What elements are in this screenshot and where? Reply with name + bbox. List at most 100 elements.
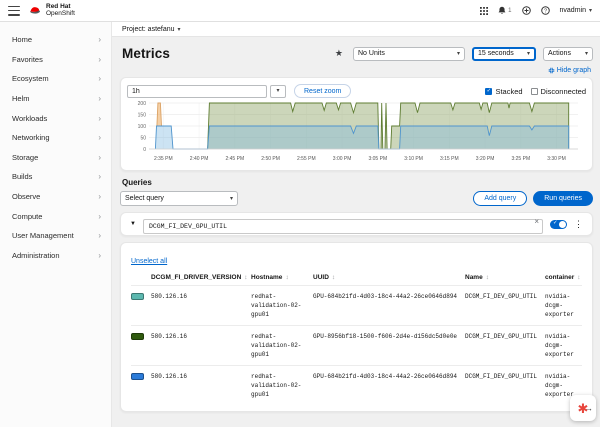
disconnected-checkbox[interactable]: Disconnected (531, 87, 586, 96)
svg-text:3:00 PM: 3:00 PM (333, 156, 352, 162)
user-menu[interactable]: nvadmin ▾ (560, 7, 592, 14)
sort-icon: ↕ (244, 274, 247, 281)
sidebar-item-label: Observe (12, 192, 40, 201)
query-results-card: Unselect all DCGM_FI_DRIVER_VERSION↕Host… (120, 242, 593, 412)
quick-create-plus-icon[interactable] (522, 6, 531, 15)
actions-label: Actions (548, 50, 571, 57)
brand-text: Red Hat OpenShift (46, 4, 75, 18)
chevron-right-icon: › (98, 212, 101, 221)
stacked-label: Stacked (495, 87, 522, 96)
clear-query-icon[interactable]: × (534, 217, 539, 226)
cell-hostname: redhat-validation-02-gpu01 (251, 292, 313, 319)
actions-menu-button[interactable]: Actions ▾ (543, 47, 593, 61)
query-enabled-toggle[interactable]: ✓ (550, 220, 567, 229)
notifications-bell-icon[interactable]: 1 (498, 6, 511, 15)
checkbox-checked-icon: ✓ (485, 88, 492, 95)
timespan-dropdown-button[interactable]: ▾ (270, 85, 286, 98)
sidebar-item-label: Storage (12, 153, 38, 162)
svg-text:3:05 PM: 3:05 PM (368, 156, 387, 162)
timespan-input[interactable] (127, 85, 267, 98)
units-select[interactable]: No Units ▾ (353, 47, 465, 61)
sidebar-item-workloads[interactable]: Workloads› (0, 108, 111, 128)
select-query-dropdown[interactable]: Select query ▾ (120, 191, 238, 206)
unselect-all-link[interactable]: Unselect all (131, 258, 167, 265)
column-header-name[interactable]: Name↕ (465, 274, 545, 281)
compress-icon (548, 67, 555, 74)
queries-section-label: Queries (122, 178, 600, 187)
table-row[interactable]: 580.126.16redhat-validation-02-gpu01GPU-… (131, 325, 582, 365)
series-color-swatch[interactable] (131, 293, 144, 300)
svg-text:3:10 PM: 3:10 PM (404, 156, 423, 162)
sidebar-item-administration[interactable]: Administration › (0, 246, 111, 266)
sidebar-item-user-management[interactable]: User Management › (0, 226, 111, 246)
sidebar-item-observe[interactable]: Observe › (0, 187, 111, 207)
cell-container: nvidia-dcgm-exporter (545, 332, 582, 359)
sidebar-item-ecosystem[interactable]: Ecosystem› (0, 69, 111, 89)
sidebar-item-label: Helm (12, 94, 30, 103)
query-expand-caret-icon[interactable]: ▼ (130, 221, 136, 227)
svg-text:2:35 PM: 2:35 PM (154, 156, 173, 162)
brand-logo[interactable]: Red Hat OpenShift (28, 4, 75, 18)
sidebar-item-storage[interactable]: Storage› (0, 148, 111, 168)
sidebar-item-label: Administration (12, 251, 60, 260)
help-icon[interactable]: ? (541, 6, 550, 15)
chevron-down-icon: ▾ (457, 50, 460, 57)
chevron-right-icon: › (98, 192, 101, 201)
svg-text:?: ? (544, 8, 547, 14)
svg-text:3:20 PM: 3:20 PM (476, 156, 495, 162)
app-launcher-icon[interactable] (480, 7, 488, 15)
sidebar-item-label: Builds (12, 172, 32, 181)
sidebar-item-home[interactable]: Home› (0, 30, 111, 50)
run-queries-button[interactable]: Run queries (533, 191, 593, 206)
chevron-right-icon: › (98, 251, 101, 260)
checkbox-unchecked-icon (531, 88, 538, 95)
cell-uuid: GPU-684b21fd-4d03-18c4-44a2-26ce0646d894 (313, 292, 465, 319)
sort-icon: ↕ (577, 274, 580, 281)
sidebar-item-label: User Management (12, 231, 74, 240)
hide-graph-link[interactable]: Hide graph (548, 67, 591, 74)
floating-widget-button[interactable]: ✱ → (570, 395, 596, 421)
sidebar-item-favorites[interactable]: Favorites › (0, 50, 111, 70)
column-header-uuid[interactable]: UUID↕ (313, 274, 465, 281)
series-color-swatch[interactable] (131, 373, 144, 380)
sidebar-item-compute[interactable]: Compute › (0, 206, 111, 226)
sidebar-item-label: Favorites (12, 55, 43, 64)
sidebar-item-networking[interactable]: Networking› (0, 128, 111, 148)
svg-text:2:55 PM: 2:55 PM (297, 156, 316, 162)
query-expression-input[interactable] (143, 219, 543, 234)
username: nvadmin (560, 7, 586, 14)
nav-toggle-icon[interactable] (8, 6, 20, 16)
chevron-right-icon: › (98, 231, 101, 240)
refresh-interval-select[interactable]: 15 seconds ▾ (472, 47, 536, 61)
project-selector[interactable]: Project: astefanu ▾ (112, 22, 600, 37)
column-header-label: Hostname (251, 274, 282, 281)
sidebar-item-builds[interactable]: Builds› (0, 167, 111, 187)
column-header-hostname[interactable]: Hostname↕ (251, 274, 313, 281)
stacked-checkbox[interactable]: ✓ Stacked (485, 87, 522, 96)
table-row[interactable]: 580.126.16redhat-validation-02-gpu01GPU-… (131, 365, 582, 405)
metrics-area-chart[interactable]: 0501001502002:35 PM2:40 PM2:45 PM2:50 PM… (127, 100, 584, 164)
cell-driver-version: 580.126.16 (151, 292, 251, 319)
hide-graph-label: Hide graph (557, 67, 591, 74)
favorite-star-icon[interactable]: ★ (335, 48, 343, 59)
sidebar-item-helm[interactable]: Helm› (0, 89, 111, 109)
chevron-right-icon: › (98, 55, 101, 64)
query-row: ▼ × ✓ ⋮ (120, 212, 593, 236)
column-header-dcgm_fi_driver_version[interactable]: DCGM_FI_DRIVER_VERSION↕ (151, 274, 251, 281)
column-header-container[interactable]: container↕ (545, 274, 582, 281)
chevron-right-icon: › (98, 74, 101, 83)
masthead: Red Hat OpenShift 1 ? nvadmin ▾ (0, 0, 600, 22)
chevron-down-icon: ▾ (178, 26, 181, 33)
project-selector-label: Project: astefanu (122, 26, 175, 33)
cell-driver-version: 580.126.16 (151, 332, 251, 359)
sort-icon: ↕ (332, 274, 335, 281)
table-row[interactable]: 580.126.16redhat-validation-02-gpu01GPU-… (131, 285, 582, 325)
query-kebab-menu-icon[interactable]: ⋮ (574, 219, 583, 230)
sidebar-item-label: Workloads (12, 114, 47, 123)
series-color-swatch[interactable] (131, 333, 144, 340)
column-header-label: container (545, 274, 574, 281)
add-query-button[interactable]: Add query (473, 191, 527, 206)
reset-zoom-button[interactable]: Reset zoom (294, 84, 351, 98)
notification-count: 1 (508, 8, 511, 14)
sidebar-item-label: Compute (12, 212, 42, 221)
